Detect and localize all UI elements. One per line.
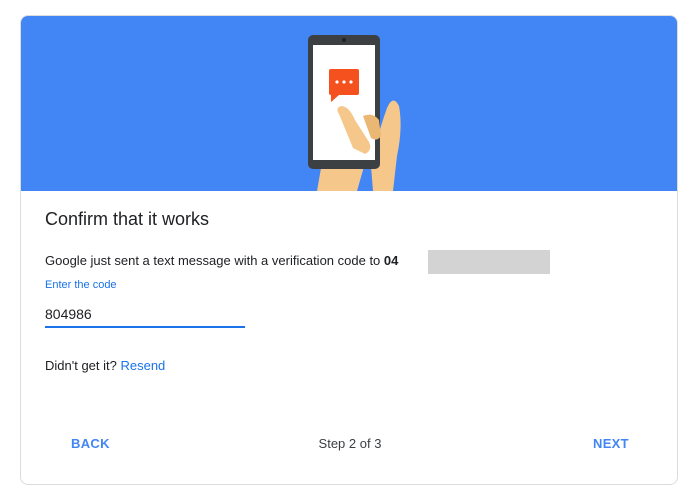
phone-number-visible: 04 bbox=[383, 253, 399, 268]
hero-banner bbox=[21, 16, 677, 191]
verification-message: Google just sent a text message with a v… bbox=[45, 253, 398, 268]
dialog-title: Confirm that it works bbox=[45, 209, 210, 229]
next-button[interactable]: NEXT bbox=[587, 432, 635, 455]
phone-camera bbox=[342, 38, 346, 42]
step-indicator: Step 2 of 3 bbox=[318, 436, 382, 451]
verification-dialog: Confirm that it works Google just sent a… bbox=[20, 15, 678, 485]
hand-holding-phone-illustration bbox=[308, 35, 401, 191]
message-text: Google just sent a text message with a v… bbox=[45, 253, 384, 268]
didnt-get-text: Didn't get it? bbox=[45, 358, 121, 373]
redacted-phone-number bbox=[428, 250, 550, 274]
resend-row: Didn't get it? Resend bbox=[45, 358, 165, 373]
verification-code-input[interactable] bbox=[45, 302, 245, 328]
resend-link[interactable]: Resend bbox=[120, 358, 165, 373]
code-field-label: Enter the code bbox=[45, 279, 117, 291]
